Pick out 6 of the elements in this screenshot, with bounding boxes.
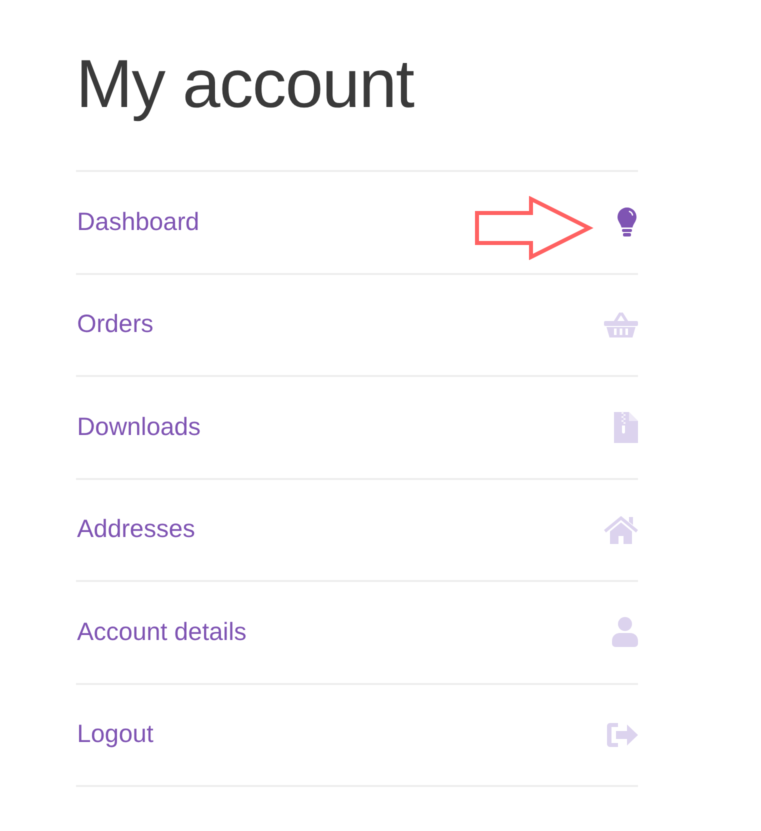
nav-link[interactable]: Downloads (76, 377, 638, 478)
nav-link[interactable]: Logout (76, 684, 638, 785)
nav-link[interactable]: Orders (76, 274, 638, 375)
nav-link[interactable]: Addresses (76, 480, 638, 580)
nav-link[interactable]: Account details (76, 582, 638, 682)
nav-link[interactable]: Dashboard (76, 172, 638, 272)
